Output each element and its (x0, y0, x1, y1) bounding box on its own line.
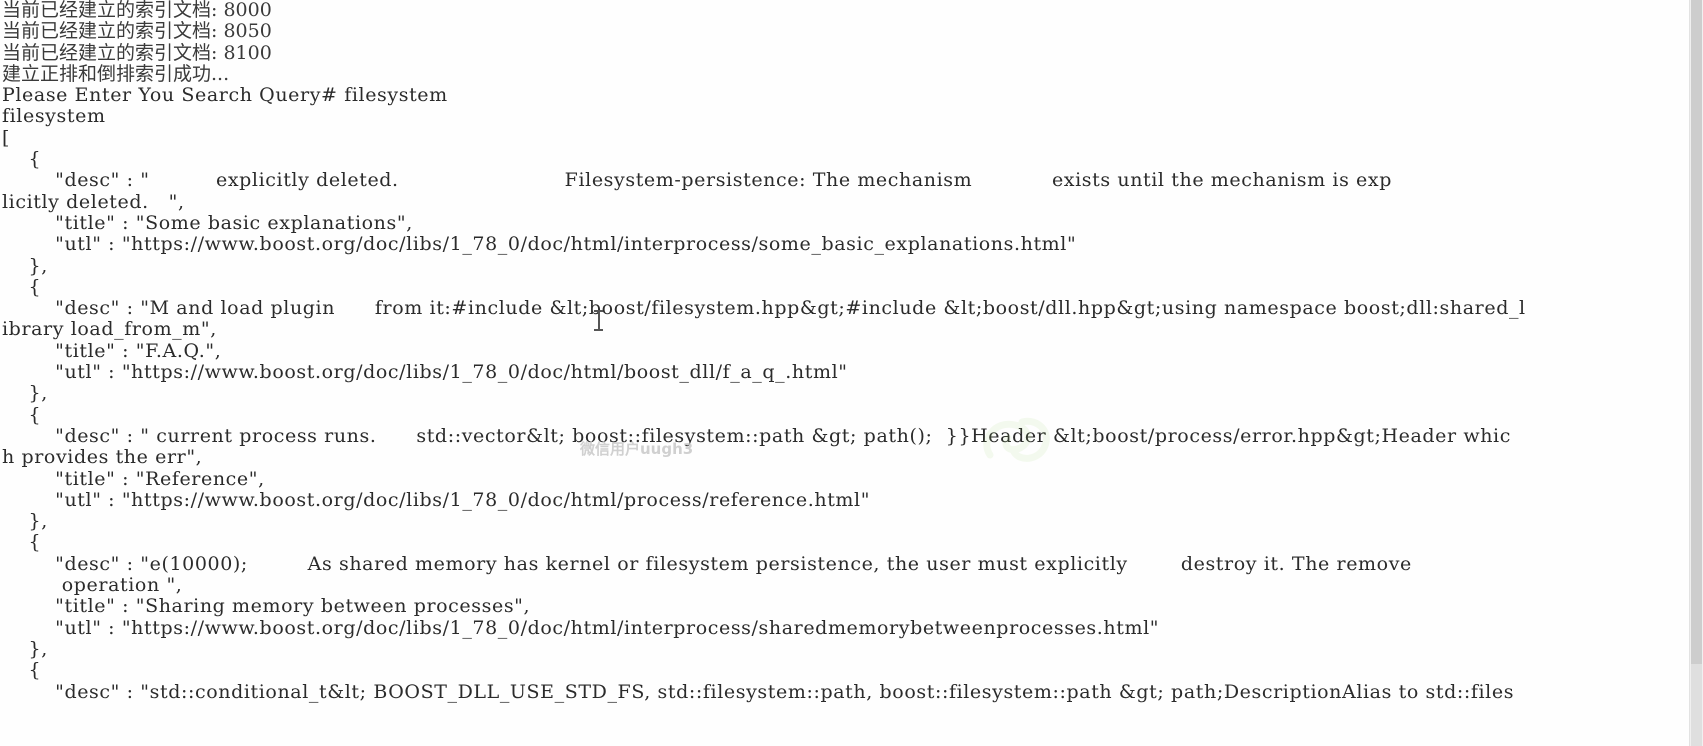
terminal-window: 当前已经建立的索引文档: 8000 当前已经建立的索引文档: 8050 当前已经… (0, 0, 1703, 746)
terminal-line: }, (2, 254, 48, 277)
terminal-output-area[interactable]: 当前已经建立的索引文档: 8000 当前已经建立的索引文档: 8050 当前已经… (0, 0, 1690, 746)
vertical-scrollbar[interactable] (1689, 0, 1703, 746)
terminal-line: "desc" : " current process runs. std::ve… (2, 424, 1511, 447)
terminal-line: operation ", (2, 574, 183, 597)
terminal-line: { (2, 403, 42, 426)
terminal-line: "desc" : "e(10000); As shared memory has… (2, 552, 1412, 575)
terminal-line: { (2, 275, 42, 298)
terminal-prompt-line[interactable]: Please Enter You Search Query# filesyste… (0, 84, 1690, 106)
scrollbar-thumb[interactable] (1691, 0, 1702, 664)
terminal-line: 当前已经建立的索引文档: 8050 (2, 20, 272, 43)
terminal-line: "title" : "Reference", (2, 467, 265, 490)
terminal-line: { (2, 148, 42, 171)
terminal-line: "utl" : "https://www.boost.org/doc/libs/… (2, 488, 871, 511)
terminal-line: "title" : "F.A.Q.", (2, 339, 222, 362)
terminal-line: "desc" : "M and load plugin from it:#inc… (2, 297, 1526, 320)
terminal-line: }, (2, 637, 48, 660)
terminal-line: "utl" : "https://www.boost.org/doc/libs/… (2, 233, 1077, 256)
terminal-echo-line: filesystem (2, 105, 106, 128)
terminal-line: 当前已经建立的索引文档: 8100 (2, 41, 272, 64)
terminal-line: "title" : "Sharing memory between proces… (2, 595, 531, 618)
terminal-line: "utl" : "https://www.boost.org/doc/libs/… (2, 616, 1160, 639)
terminal-line: ibrary load_from_m", (2, 318, 217, 341)
terminal-line: "utl" : "https://www.boost.org/doc/libs/… (2, 361, 848, 384)
terminal-line: licitly deleted. ", (2, 190, 185, 213)
terminal-line: }, (2, 510, 48, 533)
terminal-line: 当前已经建立的索引文档: 8000 (2, 0, 272, 21)
terminal-line: h provides the err", (2, 446, 203, 469)
terminal-line: { (2, 659, 42, 682)
terminal-line: "desc" : "std::conditional_t&lt; BOOST_D… (2, 680, 1515, 703)
terminal-line: 建立正排和倒排索引成功... (2, 62, 230, 85)
terminal-line: "desc" : " explicitly deleted. Filesyste… (2, 169, 1392, 192)
terminal-line: { (2, 531, 42, 554)
terminal-line: [ (2, 126, 11, 149)
terminal-line: "title" : "Some basic explanations", (2, 211, 413, 234)
scrollbar-thumb-lower[interactable] (1691, 664, 1702, 746)
terminal-line: }, (2, 382, 48, 405)
